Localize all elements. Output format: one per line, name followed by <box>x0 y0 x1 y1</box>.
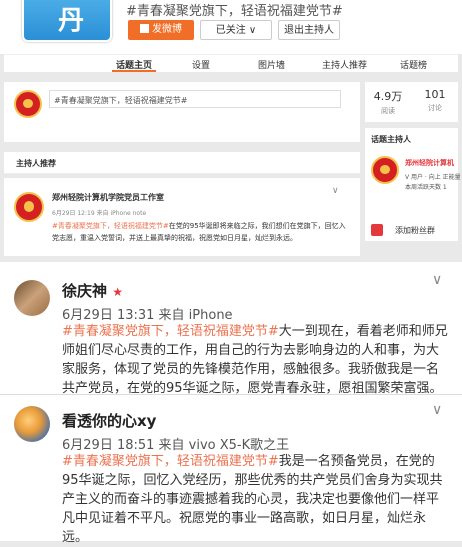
post-meta: 6月29日 18:51 来自 vivo X5-K歌之王 <box>62 438 290 453</box>
stat-discussions-label: 讨论 <box>428 104 442 112</box>
topic-tabs: 话题主页 设置 图片墙 主持人推荐 话题榜 <box>4 54 458 72</box>
host-active-days: 本周活跃天数 1 <box>405 184 447 191</box>
post-body: #青春凝聚党旗下，轻语祝福建党节#我是一名预备党员，在党的95华诞之际，回忆入党… <box>62 452 450 547</box>
tab-settings[interactable]: 设置 <box>192 58 210 71</box>
chevron-down-icon[interactable]: ∨ <box>432 402 442 418</box>
user-avatar[interactable] <box>14 280 50 316</box>
post-weibo-button[interactable]: 发微博 <box>128 20 194 40</box>
host-recommend-title: 主持人推荐 <box>16 159 56 168</box>
followed-button[interactable]: 已关注 ∨ <box>200 20 272 40</box>
exit-host-button[interactable]: 退出主持人 <box>278 20 340 40</box>
post-weibo-label: 发微博 <box>152 24 182 35</box>
chevron-down-icon[interactable]: ∨ <box>332 186 339 196</box>
tab-host-recommend[interactable]: 主持人推荐 <box>322 58 367 71</box>
group-icon <box>371 224 383 236</box>
add-fans-group-label: 添加粉丝群 <box>395 226 435 235</box>
post-username[interactable]: 徐庆神 ★ <box>62 280 123 301</box>
host-name[interactable]: 郑州轻院计算机 <box>405 158 454 168</box>
compose-card: #青春凝聚党旗下，轻语祝福建党节# <box>4 82 360 142</box>
studio-avatar[interactable] <box>14 192 44 222</box>
stat-reads: 4.9万 阅读 <box>365 88 411 116</box>
topic-logo-glyph: 丹 <box>58 6 85 36</box>
post-body: #青春凝聚党旗下，轻语祝福建党节#大一到现在，看着老师和师兄师姐们尽心尽责的工作… <box>62 322 450 398</box>
party-emblem-avatar <box>14 90 42 118</box>
post-meta: 6月29日 13:31 来自 iPhone <box>62 308 233 323</box>
topic-host-title: 话题主持人 <box>371 135 411 144</box>
topic-title: #青春凝聚党旗下，轻语祝福建党节# <box>126 4 343 19</box>
chevron-down-icon[interactable]: ∨ <box>432 272 442 288</box>
post-hashtag-link[interactable]: #青春凝聚党旗下，轻语祝福建党节# <box>62 324 279 339</box>
studio-post: 郑州轻院计算机学院党员工作室 ∨ 6月29日 12:19 来自 iPhone n… <box>4 178 360 256</box>
host-tagline: V 用户 · 向上 正能量 <box>405 174 461 181</box>
tab-topic-rank[interactable]: 话题榜 <box>400 58 427 71</box>
pencil-icon <box>140 24 149 33</box>
post-username-text: 徐庆神 <box>62 282 108 300</box>
topic-host-card: 话题主持人 郑州轻院计算机 V 用户 · 向上 正能量 本周活跃天数 1 <box>365 128 461 233</box>
add-fans-group-button[interactable]: 添加粉丝群 <box>365 219 458 241</box>
topic-logo: 丹 <box>22 0 112 42</box>
host-avatar[interactable] <box>371 156 399 184</box>
studio-name[interactable]: 郑州轻院计算机学院党员工作室 <box>52 192 164 203</box>
host-recommend-header: 主持人推荐 <box>4 152 360 174</box>
user-avatar[interactable] <box>14 406 50 442</box>
stat-discussions-number: 101 <box>424 88 446 101</box>
tab-image-wall[interactable]: 图片墙 <box>258 58 285 71</box>
active-tab-underline <box>112 70 156 72</box>
topic-header: 丹 #青春凝聚党旗下，轻语祝福建党节# 发微博 已关注 ∨ 退出主持人 <box>0 0 462 54</box>
studio-post-time: 6月29日 12:19 来自 iPhone note <box>52 210 147 217</box>
studio-hashtag-link[interactable]: #青春凝聚党旗下，轻语祝福建党节# <box>52 222 169 230</box>
post-username[interactable]: 看透你的心xy <box>62 410 156 431</box>
stat-discussions: 101 讨论 <box>412 88 458 113</box>
compose-input[interactable]: #青春凝聚党旗下，轻语祝福建党节# <box>49 90 341 108</box>
star-badge-icon: ★ <box>112 285 124 299</box>
studio-post-body: #青春凝聚党旗下，轻语祝福建党节#在党的95华诞即将来临之际，我们想们在党旗下，… <box>52 220 347 244</box>
stat-reads-number: 4.9万 <box>373 90 403 103</box>
post-divider <box>0 394 462 395</box>
post-hashtag-link[interactable]: #青春凝聚党旗下，轻语祝福建党节# <box>62 454 279 469</box>
stat-reads-label: 阅读 <box>381 107 395 115</box>
topic-stats: 4.9万 阅读 101 讨论 <box>365 82 458 122</box>
zoomed-posts-panel: 徐庆神 ★ ∨ 6月29日 13:31 来自 iPhone #青春凝聚党旗下，轻… <box>0 262 462 545</box>
